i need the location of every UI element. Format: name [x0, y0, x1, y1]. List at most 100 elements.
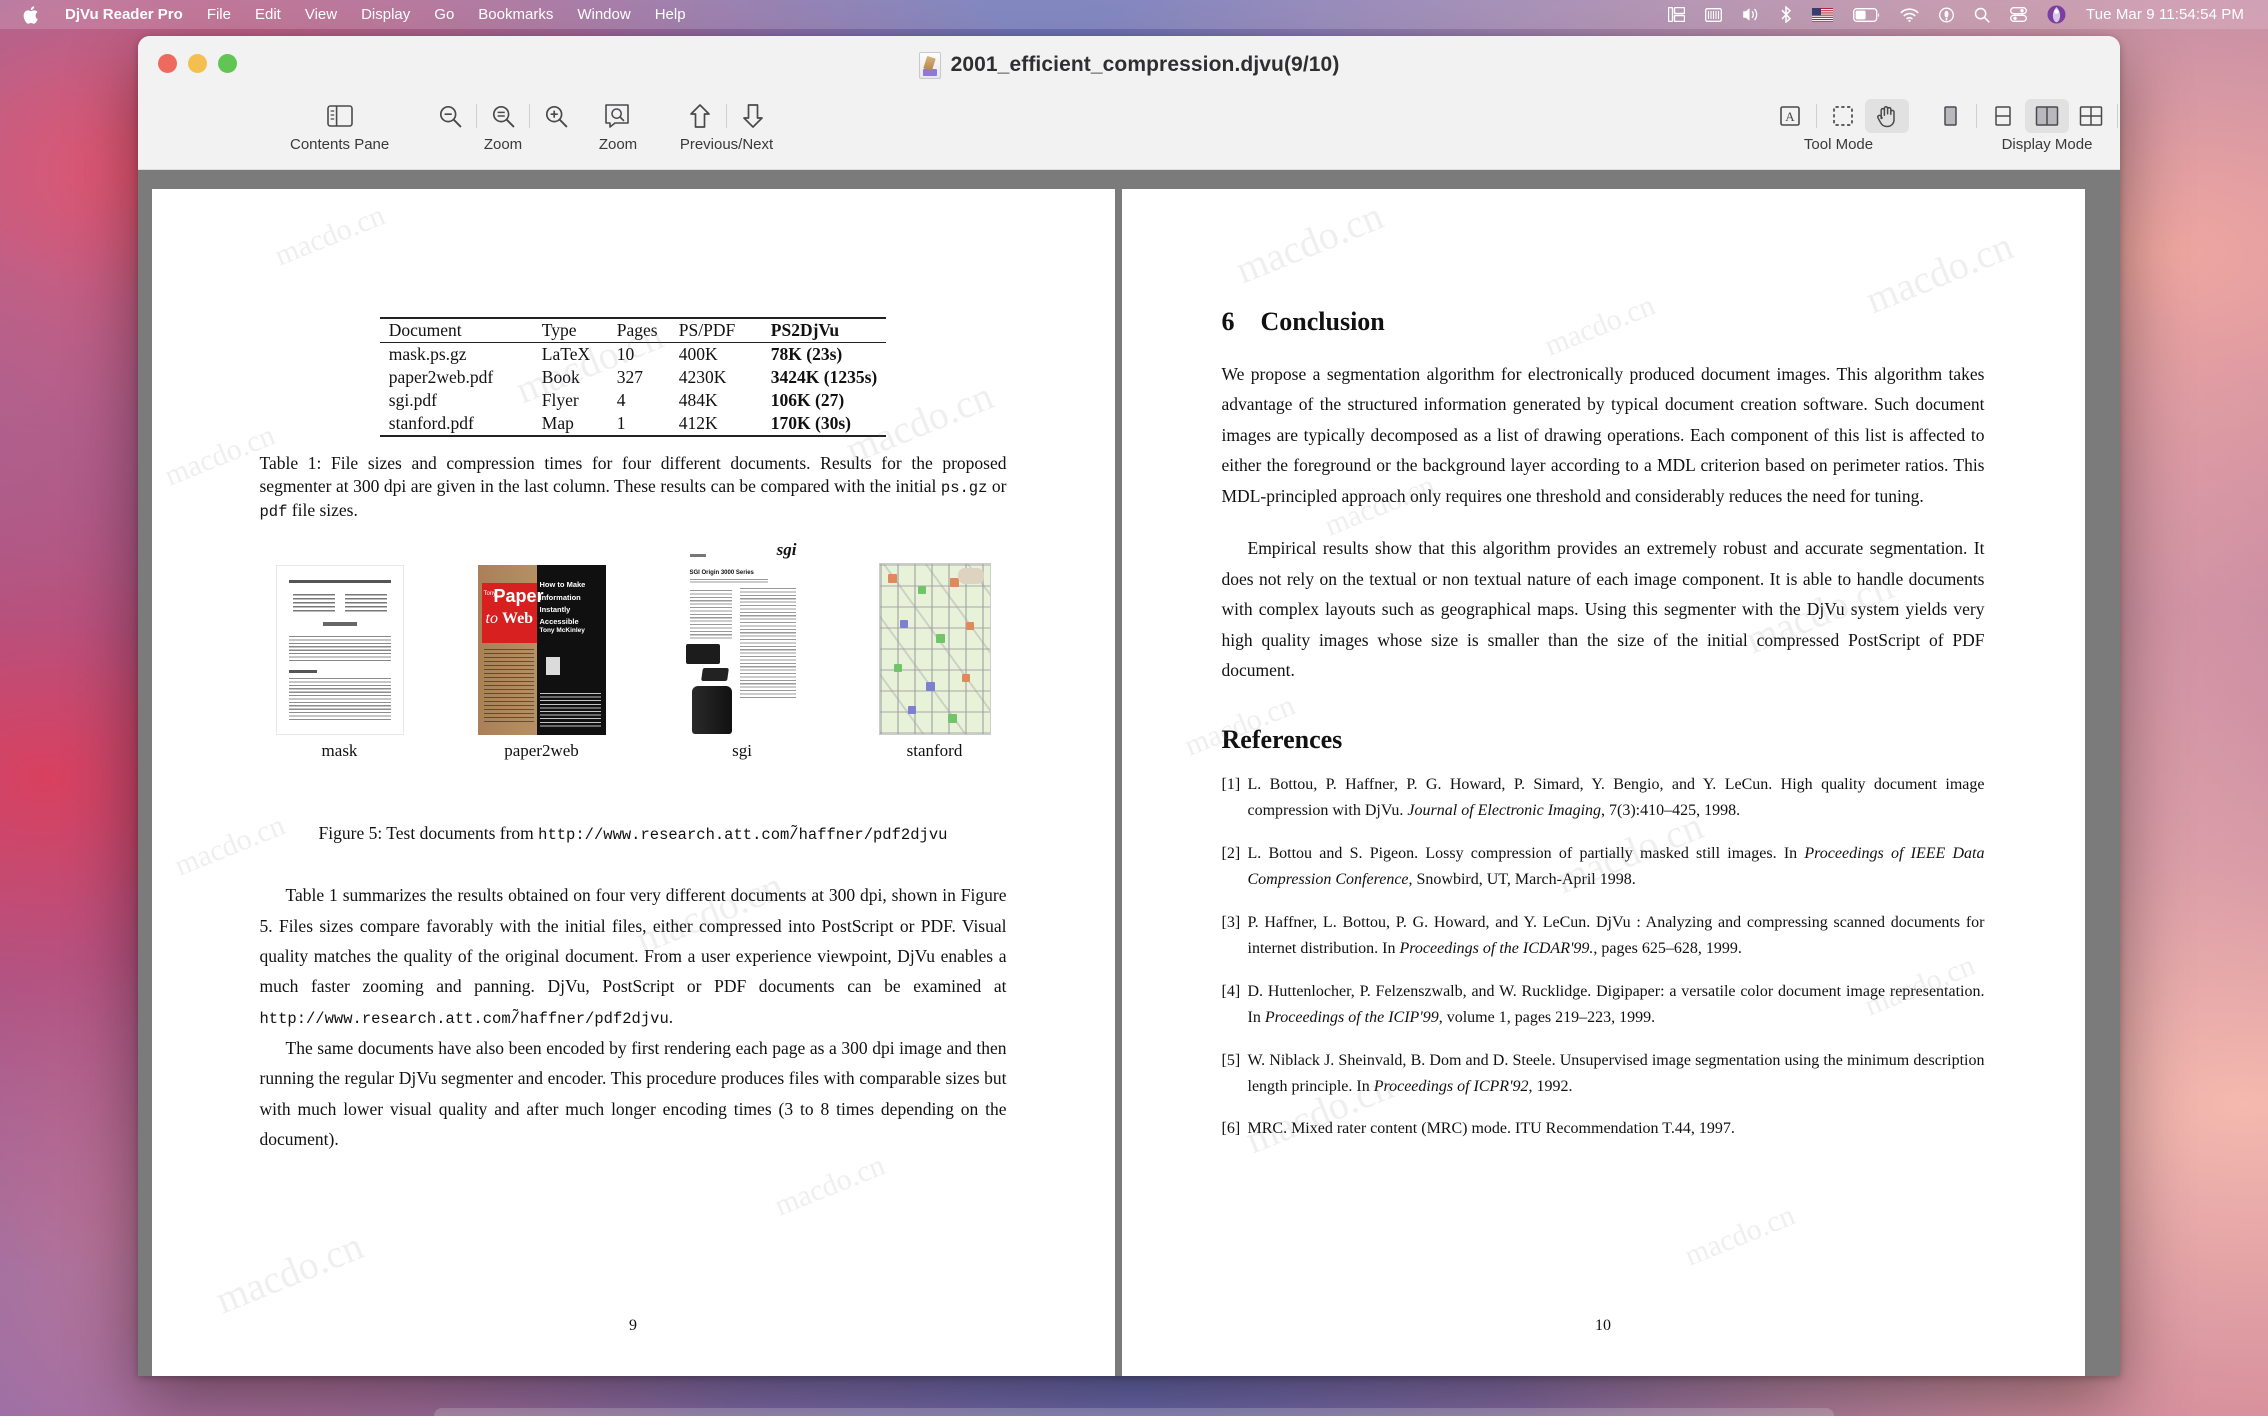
apple-logo-icon[interactable] — [14, 5, 53, 25]
menu-item-window[interactable]: Window — [565, 0, 642, 29]
bluetooth-icon[interactable] — [1770, 0, 1802, 29]
reference-item: [2] L. Bottou and S. Pigeon. Lossy compr… — [1222, 841, 1985, 893]
figure-5: mask Tony Paper to Web How to Make Inform… — [260, 540, 1007, 796]
page-10-content: 6 Conclusion We propose a segmentation al… — [1122, 307, 2085, 1142]
reference-pre: MRC. Mixed rater content (MRC) mode. ITU… — [1247, 1120, 1735, 1138]
caption-mono-psgz: ps.gz — [940, 479, 988, 498]
paragraph-1-text: Table 1 summarizes the results obtained … — [259, 885, 1007, 997]
reference-item: [4] D. Huttenlocher, P. Felzenszwalb, an… — [1222, 979, 1985, 1031]
table-row: mask.ps.gz LaTeX 10 400K 78K (23s) — [380, 343, 886, 367]
stage-manager-icon[interactable] — [1658, 0, 1695, 29]
table-1-caption: Table 1: File sizes and compression time… — [260, 452, 1007, 522]
reference-number: [5] — [1221, 1051, 1241, 1069]
menu-item-edit[interactable]: Edit — [243, 0, 293, 29]
window-traffic-lights — [158, 54, 237, 73]
two-page-continuous-icon[interactable] — [2069, 99, 2113, 133]
menu-item-file[interactable]: File — [195, 0, 243, 29]
table-1-wrapper: Document Type Pages PS/PDF PS2DjVu mask.… — [260, 317, 1007, 437]
reference-pre: L. Bottou and S. Pigeon. Lossy compressi… — [1247, 845, 1805, 863]
table-cell-document: paper2web.pdf — [388, 367, 494, 387]
input-source-flag-icon[interactable] — [1802, 0, 1843, 29]
table-cell-type: Flyer — [541, 390, 579, 410]
toolbar-group-contents-pane: Contents Pane — [290, 94, 389, 153]
continuous-page-icon[interactable] — [1981, 99, 2025, 133]
control-center-icon[interactable] — [2000, 0, 2037, 29]
menu-item-go[interactable]: Go — [422, 0, 466, 29]
toolbar-group-prev-next: Previous/Next — [678, 94, 775, 153]
reference-number: [2] — [1221, 845, 1241, 863]
document-page-9[interactable]: macdo.cn macdo.cn macdo.cn macdo.cn macd… — [151, 189, 1115, 1376]
table-cell-document: mask.ps.gz — [388, 344, 467, 364]
display-mode-label: Display Mode — [2001, 136, 2093, 153]
dock[interactable] — [434, 1408, 1834, 1416]
figure-5-thumbnails: mask Tony Paper to Web How to Make Inform… — [260, 540, 1007, 761]
figure-caption-prefix: Figure 5: Test documents from — [318, 823, 539, 844]
watermark: macdo.cn — [1679, 1198, 1800, 1273]
wifi-icon[interactable] — [1890, 0, 1929, 29]
menu-item-display[interactable]: Display — [349, 0, 422, 29]
toolbar-divider — [1816, 104, 1817, 128]
two-page-icon[interactable] — [2025, 99, 2069, 133]
page-10-paragraph-2: Empirical results show that this algorit… — [1221, 538, 1985, 680]
window-titlebar[interactable]: 2001_efficient_compression.djvu(9/10) — [138, 36, 2120, 94]
table-1: Document Type Pages PS/PDF PS2DjVu mask.… — [379, 317, 887, 437]
paragraph-1-end: . — [668, 1006, 674, 1027]
magnifier-minus-icon[interactable] — [428, 99, 472, 133]
page-10-paragraph-1: We propose a segmentation algorithm for … — [1221, 364, 1985, 506]
menu-item-bookmarks[interactable]: Bookmarks — [466, 0, 565, 29]
section-title: Conclusion — [1260, 307, 1385, 336]
reference-text: P. Haffner, L. Bottou, P. G. Howard, and… — [1248, 910, 1985, 962]
single-page-icon[interactable] — [1928, 99, 1972, 133]
close-button[interactable] — [158, 54, 177, 73]
zoom-button[interactable] — [218, 54, 237, 73]
spotlight-search-icon[interactable] — [1964, 0, 2000, 29]
sidebar-panel-icon[interactable] — [318, 99, 362, 133]
page-number-left: 9 — [629, 1317, 637, 1334]
figure-label-mask: mask — [321, 741, 358, 761]
tool-mode-label: Tool Mode — [1803, 136, 1874, 153]
watermark: macdo.cn — [208, 1222, 369, 1323]
table-cell-document: stanford.pdf — [388, 413, 474, 433]
table-cell-document: sgi.pdf — [388, 390, 437, 410]
magnifier-plus-icon[interactable] — [534, 99, 578, 133]
siri-icon[interactable] — [1929, 0, 1964, 29]
thumbnail-stanford — [878, 563, 991, 736]
table-cell-pages: 1 — [616, 413, 626, 433]
thumbnail-sgi: sgi SGI Origin 3000 Series — [679, 540, 805, 736]
text-select-icon[interactable]: A — [1768, 99, 1812, 133]
screen-mirroring-icon[interactable] — [1695, 0, 1732, 29]
figure-label-sgi: sgi — [732, 741, 752, 761]
caption-part-2: or — [987, 476, 1007, 497]
table-cell-type: LaTeX — [541, 344, 591, 364]
arrow-down-icon[interactable] — [731, 99, 775, 133]
menu-item-view[interactable]: View — [293, 0, 349, 29]
user-avatar-icon[interactable] — [2037, 0, 2076, 29]
magnifier-box-icon[interactable] — [596, 99, 640, 133]
table-header-document: Document — [388, 320, 462, 340]
menu-bar-status-area: Tue Mar 9 11:54:54 PM — [1658, 0, 2254, 29]
zoom-label-1: Zoom — [483, 136, 523, 153]
magnifier-equals-icon[interactable] — [481, 99, 525, 133]
menu-app-name[interactable]: DjVu Reader Pro — [53, 0, 195, 29]
reference-text: L. Bottou, P. Haffner, P. G. Howard, P. … — [1248, 772, 1985, 824]
table-cell-pspdf: 412K — [678, 413, 718, 433]
toolbar: Contents Pane Zoom Zoom Previous/Next A … — [138, 94, 2120, 170]
hand-icon[interactable] — [1865, 99, 1909, 133]
watermark: macdo.cn — [269, 198, 390, 273]
caption-mono-pdf: pdf — [259, 502, 288, 521]
table-header-type: Type — [541, 320, 577, 340]
battery-icon[interactable] — [1843, 0, 1890, 29]
marquee-select-icon[interactable] — [1821, 99, 1865, 133]
menu-bar-clock[interactable]: Tue Mar 9 11:54:54 PM — [2076, 6, 2250, 23]
minimize-button[interactable] — [188, 54, 207, 73]
volume-icon[interactable] — [1732, 0, 1770, 29]
table-cell-pages: 4 — [616, 390, 626, 410]
table-cell-type: Map — [541, 413, 574, 433]
document-page-10[interactable]: macdo.cn macdo.cn macdo.cn macdo.cn macd… — [1121, 189, 2085, 1376]
menu-item-help[interactable]: Help — [643, 0, 698, 29]
table-head: Document Type Pages PS/PDF PS2DjVu — [379, 318, 887, 343]
window-title: 2001_efficient_compression.djvu(9/10) — [950, 53, 1340, 76]
document-viewer[interactable]: macdo.cn macdo.cn macdo.cn macdo.cn macd… — [138, 170, 2120, 1376]
reference-italic: Proceedings of the ICIP'99 — [1264, 1008, 1439, 1026]
arrow-up-icon[interactable] — [678, 99, 722, 133]
